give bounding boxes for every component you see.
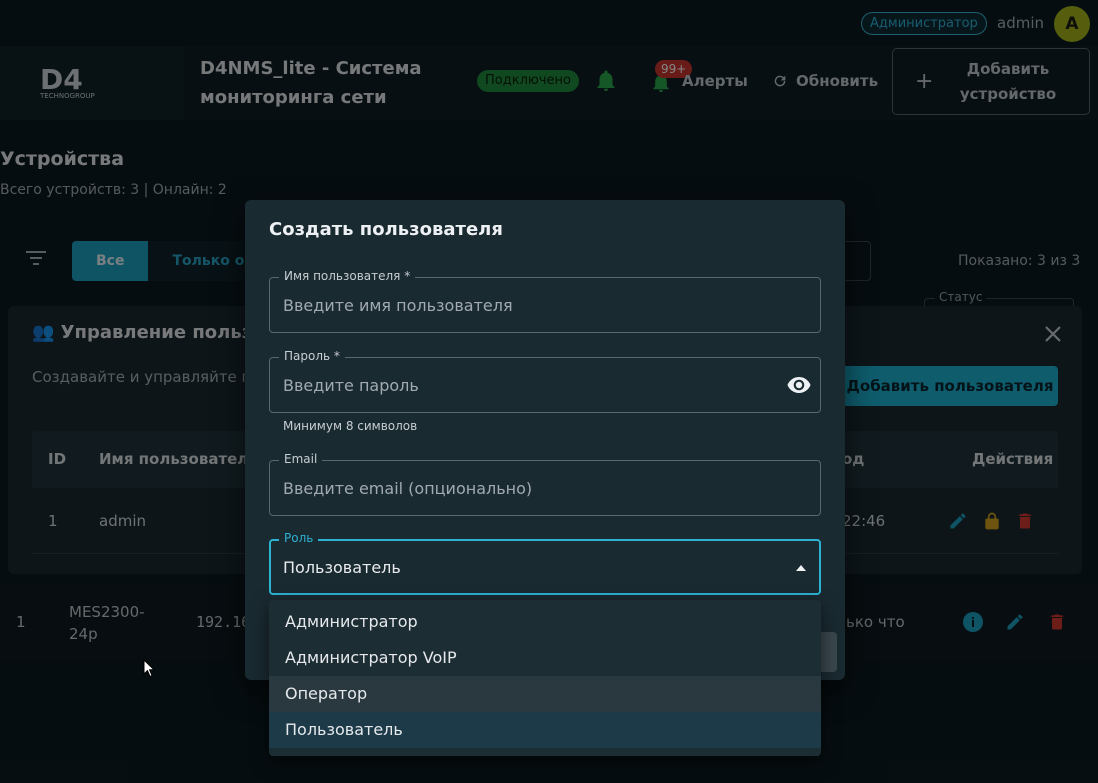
mouse-cursor [143, 659, 155, 678]
email-label: Email [279, 452, 323, 466]
username-label: Имя пользователя * [279, 269, 416, 283]
caret-up-icon [796, 565, 806, 571]
eye-icon[interactable] [787, 375, 811, 395]
role-option-admin[interactable]: Администратор [269, 604, 821, 640]
password-helper-text: Минимум 8 символов [283, 419, 418, 433]
role-selected-value: Пользователь [283, 558, 401, 577]
email-input[interactable] [270, 461, 820, 515]
role-option-operator[interactable]: Оператор [269, 676, 821, 712]
username-input[interactable] [270, 278, 820, 332]
username-field-container: Имя пользователя * [269, 269, 821, 333]
password-field-container: Пароль * [269, 349, 821, 413]
role-option-user[interactable]: Пользователь [269, 712, 821, 748]
email-field-container: Email [269, 452, 821, 516]
role-options-menu: Администратор Администратор VoIP Операто… [269, 600, 821, 756]
password-label: Пароль * [279, 349, 345, 363]
role-select[interactable]: Роль Пользователь [269, 531, 821, 595]
role-option-admin-voip[interactable]: Администратор VoIP [269, 640, 821, 676]
dialog-title: Создать пользователя [269, 219, 503, 240]
role-label: Роль [279, 531, 319, 545]
password-input[interactable] [270, 358, 820, 412]
